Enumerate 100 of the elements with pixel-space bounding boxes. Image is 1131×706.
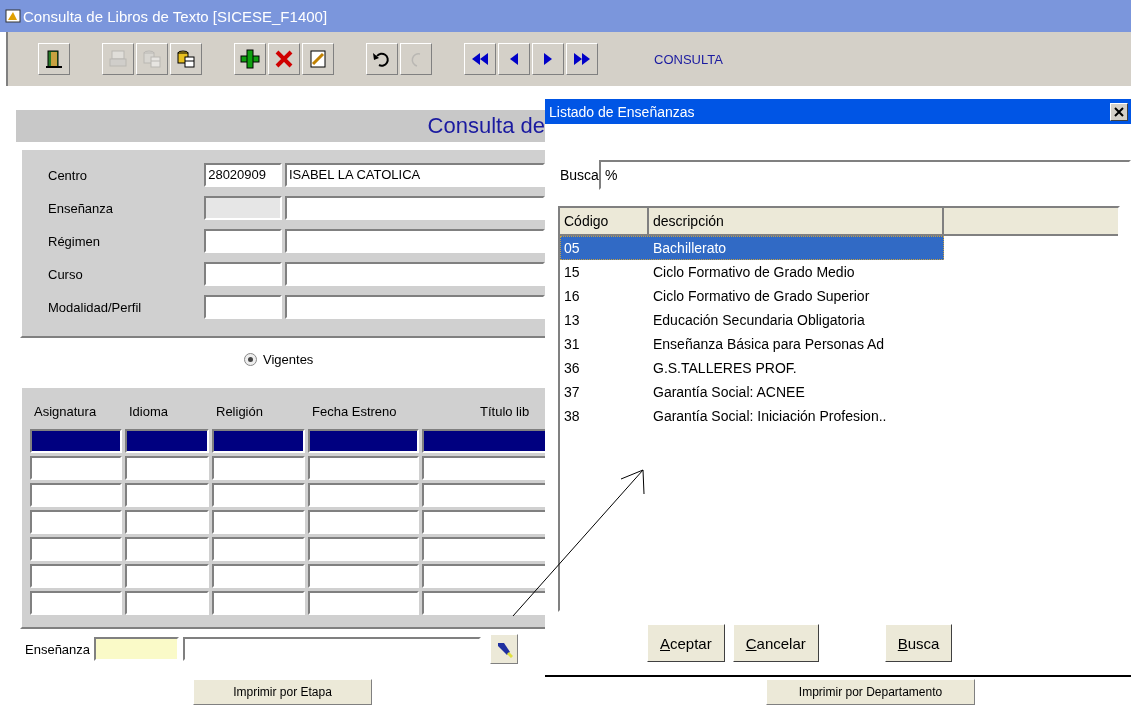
- pencil-document-button[interactable]: [302, 43, 334, 75]
- table-cell[interactable]: [212, 429, 305, 453]
- database-icon: [175, 48, 197, 70]
- close-button[interactable]: [1110, 102, 1128, 121]
- database-button[interactable]: [170, 43, 202, 75]
- undo-button[interactable]: [366, 43, 398, 75]
- table-cell[interactable]: [125, 456, 209, 480]
- table-cell[interactable]: [308, 564, 419, 588]
- list-row[interactable]: 15 Ciclo Formativo de Grado Medio: [560, 260, 944, 284]
- table-cell[interactable]: [422, 564, 545, 588]
- description-field[interactable]: [285, 295, 545, 319]
- list-row[interactable]: 31 Enseñanza Básica para Personas Ad: [560, 332, 944, 356]
- app-icon: [5, 8, 21, 24]
- door-icon: [43, 48, 65, 70]
- table-cell[interactable]: [422, 429, 545, 453]
- list-row[interactable]: 36 G.S.TALLERES PROF.: [560, 356, 944, 380]
- double-left-arrow-button[interactable]: [464, 43, 496, 75]
- code-field[interactable]: [204, 262, 282, 286]
- print-button[interactable]: Imprimir por Etapa: [193, 679, 372, 705]
- field-label: Modalidad/Perfil: [47, 299, 143, 315]
- radio-button[interactable]: [244, 352, 257, 366]
- table-cell[interactable]: [308, 510, 419, 534]
- table-cell[interactable]: [422, 537, 545, 561]
- dialog-button[interactable]: Aceptar: [647, 624, 725, 662]
- table-cell[interactable]: [125, 564, 209, 588]
- right-arrow-button[interactable]: [532, 43, 564, 75]
- table-cell[interactable]: [422, 510, 545, 534]
- close-icon: [1114, 106, 1124, 117]
- lookup-button[interactable]: [490, 634, 519, 664]
- table-cell[interactable]: [422, 456, 545, 480]
- pencil-document-icon: [307, 48, 329, 70]
- table-cell[interactable]: [308, 483, 419, 507]
- field-label: Centro: [47, 167, 89, 183]
- code-field[interactable]: 28020909: [204, 163, 282, 187]
- table-cell[interactable]: [125, 591, 209, 615]
- form-heading: Consulta de: [427, 113, 545, 139]
- column-header: Asignatura: [33, 404, 98, 421]
- search-field[interactable]: %: [598, 160, 1131, 190]
- table-cell[interactable]: [308, 429, 419, 453]
- table-cell[interactable]: [30, 591, 122, 615]
- table-cell[interactable]: [30, 456, 122, 480]
- dialog-button[interactable]: Busca: [884, 624, 953, 662]
- column-header: Título lib: [479, 404, 531, 421]
- list-row[interactable]: 16 Ciclo Formativo de Grado Superior: [560, 284, 944, 308]
- plus-button[interactable]: [234, 43, 266, 75]
- table-cell[interactable]: [212, 537, 305, 561]
- description-field[interactable]: [285, 262, 545, 286]
- door-button[interactable]: [38, 43, 70, 75]
- table-cell[interactable]: [30, 483, 122, 507]
- table-cell[interactable]: [308, 456, 419, 480]
- double-right-arrow-button[interactable]: [566, 43, 598, 75]
- table-cell[interactable]: [308, 537, 419, 561]
- table-cell[interactable]: [125, 510, 209, 534]
- x-button[interactable]: [268, 43, 300, 75]
- table-cell[interactable]: [422, 483, 545, 507]
- table-cell[interactable]: [212, 591, 305, 615]
- list-row[interactable]: 05 Bachillerato: [560, 236, 944, 260]
- table-cell[interactable]: [125, 537, 209, 561]
- print-button[interactable]: Imprimir por Departamento: [766, 679, 975, 705]
- table-cell[interactable]: [212, 483, 305, 507]
- database-icon: [141, 48, 163, 70]
- printer-icon: [107, 48, 129, 70]
- table-cell[interactable]: [212, 456, 305, 480]
- table-cell[interactable]: [125, 429, 209, 453]
- description-field[interactable]: ISABEL LA CATOLICA: [285, 163, 545, 187]
- list-row[interactable]: 37 Garantía Social: ACNEE: [560, 380, 944, 404]
- left-arrow-button[interactable]: [498, 43, 530, 75]
- list-row[interactable]: 38 Garantía Social: Iniciación Profesion..: [560, 404, 944, 428]
- table-cell[interactable]: [30, 564, 122, 588]
- field-label: Enseñanza: [25, 641, 91, 657]
- table-cell[interactable]: [422, 591, 545, 615]
- code-field[interactable]: [94, 637, 180, 661]
- code-field[interactable]: [204, 295, 282, 319]
- radio-label: Vigentes: [263, 351, 314, 367]
- column-header: Idioma: [128, 404, 170, 421]
- field-label: Curso: [47, 266, 84, 282]
- dialog-title: Listado de Enseñanzas: [549, 103, 695, 120]
- table-cell[interactable]: [308, 591, 419, 615]
- table-cell[interactable]: [30, 510, 122, 534]
- code-field[interactable]: [204, 229, 282, 253]
- description-field[interactable]: [285, 229, 545, 253]
- table-cell[interactable]: [212, 564, 305, 588]
- column-header: Código: [560, 208, 649, 234]
- plus-icon: [239, 48, 261, 70]
- field-label: Régimen: [47, 233, 102, 249]
- x-icon: [273, 48, 295, 70]
- table-cell[interactable]: [212, 510, 305, 534]
- dialog-button[interactable]: Cancelar: [732, 624, 819, 662]
- table-cell[interactable]: [30, 537, 122, 561]
- column-header: Religión: [215, 404, 264, 421]
- window-title: Consulta de Libros de Texto [SICESE_F1400]: [23, 7, 328, 25]
- list-row[interactable]: 13 Educación Secundaria Obligatoria: [560, 308, 944, 332]
- column-header: descripción: [649, 208, 944, 234]
- table-cell[interactable]: [30, 429, 122, 453]
- flashlight-icon: [495, 640, 514, 658]
- field-label: Enseñanza: [47, 200, 115, 216]
- table-cell[interactable]: [125, 483, 209, 507]
- mode-label: CONSULTA: [654, 51, 723, 67]
- search-label: Busca: [560, 167, 599, 183]
- description-field[interactable]: [285, 196, 545, 220]
